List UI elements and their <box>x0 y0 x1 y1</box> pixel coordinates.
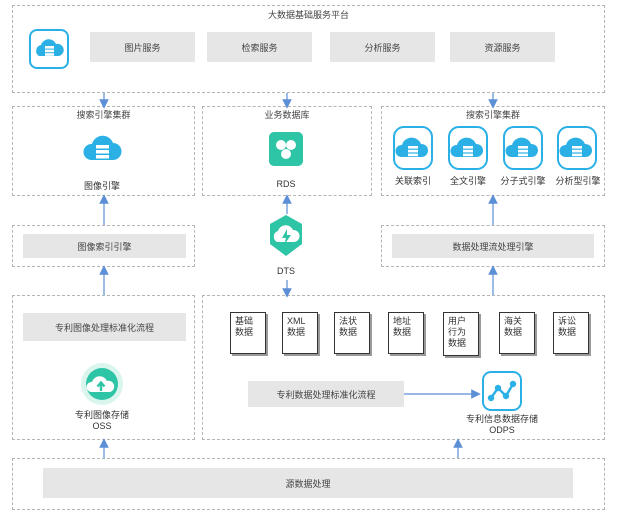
flow-arrows <box>99 93 498 458</box>
